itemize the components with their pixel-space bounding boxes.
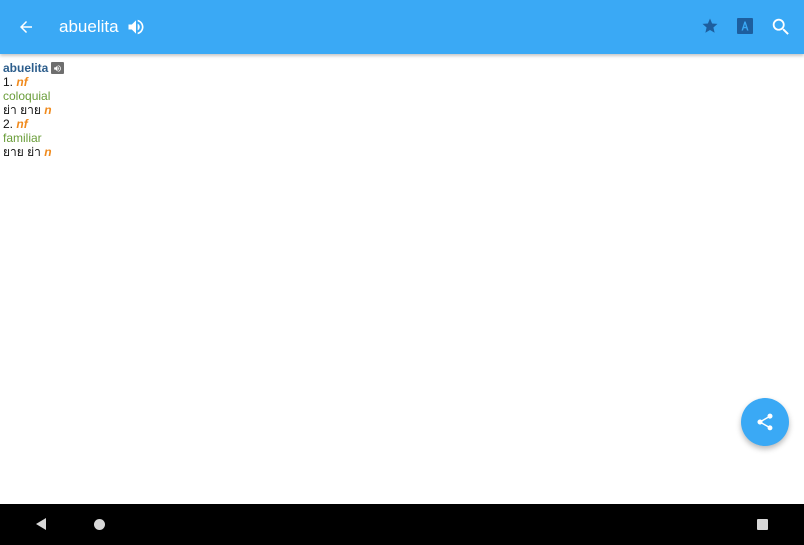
pronounce-button[interactable] — [124, 15, 148, 39]
toolbar: abuelita — [0, 0, 804, 54]
translation-pos: n — [44, 145, 52, 159]
headword: abuelita — [3, 61, 49, 75]
star-icon — [702, 18, 718, 33]
system-navigation-bar — [0, 504, 804, 545]
translation-text: ย่า ยาย — [3, 103, 41, 117]
sense-number: 2. — [3, 117, 14, 131]
sense-2-translation: ยาย ย่า n — [3, 145, 64, 159]
favorite-button[interactable] — [698, 14, 722, 38]
speaker-icon — [54, 64, 62, 72]
sense-1-translation: ย่า ยาย n — [3, 103, 64, 117]
share-icon — [757, 413, 773, 431]
sense-1-header: 1. nf — [3, 75, 64, 89]
dictionary-app: abuelita abuelita 1. nf coloquial ย่า ยา… — [0, 0, 804, 545]
audio-play-icon[interactable] — [51, 62, 65, 74]
sense-1-register: coloquial — [3, 89, 51, 103]
nav-recents-icon[interactable] — [757, 519, 768, 530]
dictionary-entry: abuelita 1. nf coloquial ย่า ยาย n 2. nf… — [3, 61, 65, 159]
part-of-speech: nf — [16, 75, 28, 89]
sense-number: 1. — [3, 75, 14, 89]
search-button[interactable] — [768, 14, 794, 40]
search-icon — [772, 18, 789, 35]
back-arrow-icon — [20, 21, 32, 33]
back-button[interactable] — [10, 11, 42, 43]
sense-2-register: familiar — [3, 131, 42, 145]
page-title: abuelita — [59, 17, 119, 36]
share-button[interactable] — [741, 398, 789, 446]
nav-back-icon[interactable] — [34, 517, 48, 531]
sense-2-header: 2. nf — [3, 117, 64, 131]
part-of-speech: nf — [16, 117, 28, 131]
entry-header: abuelita — [3, 61, 65, 75]
translation-pos: n — [44, 103, 52, 117]
nav-home-icon[interactable] — [94, 519, 105, 530]
translation-text: ยาย ย่า — [3, 145, 41, 159]
translate-icon — [737, 18, 753, 34]
translate-button[interactable] — [734, 15, 756, 37]
speaker-icon — [128, 19, 144, 35]
